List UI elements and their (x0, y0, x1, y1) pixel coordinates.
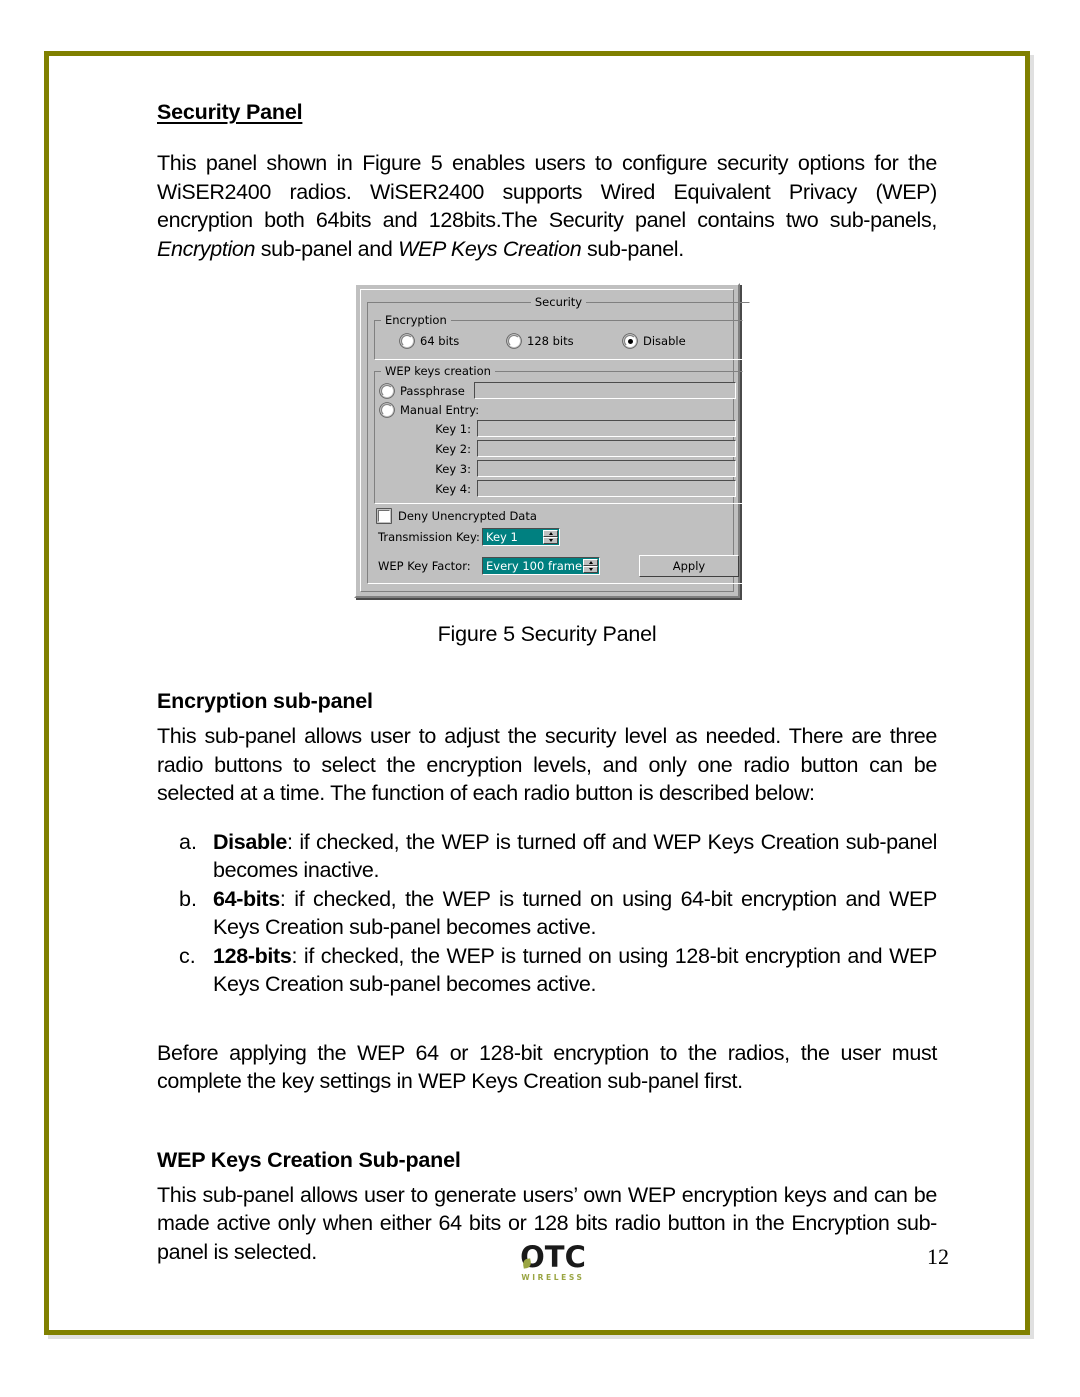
figure-5: Security Encryption 64 bits 128 bits Dis… (157, 283, 937, 598)
radio-circle-icon[interactable] (508, 335, 520, 347)
list-item-text: : if checked, the WEP is turned on using… (213, 886, 937, 940)
wep-key-factor-value: Every 100 frame (486, 559, 583, 573)
page-title: Security Panel (157, 100, 303, 124)
wep-key-factor-label: WEP Key Factor: (378, 559, 471, 573)
page-number: 12 (927, 1244, 949, 1269)
key-4-label: Key 4: (435, 481, 471, 496)
checkbox-deny-unencrypted-data[interactable]: Deny Unencrypted Data (378, 509, 741, 523)
security-groupbox-legend: Security (534, 295, 583, 309)
encryption-italic-term: Encryption (157, 236, 256, 261)
checkbox-icon[interactable] (378, 510, 390, 522)
figure-caption: Figure 5 Security Panel (437, 622, 657, 646)
wep-keys-creation-groupbox: WEP keys creation Passphrase Manual Entr… (374, 364, 743, 504)
encryption-groupbox: Encryption 64 bits 128 bits Disable (374, 313, 743, 360)
transmission-key-label: Transmission Key: (378, 530, 480, 544)
passphrase-input[interactable] (474, 382, 736, 399)
key-1-label: Key 1: (435, 421, 471, 436)
transmission-key-value: Key 1 (486, 530, 518, 544)
radio-circle-selected-icon[interactable] (624, 335, 636, 347)
key-2-input[interactable] (477, 440, 736, 457)
page-footer: OTC WIRELESS 12 (49, 1236, 1025, 1296)
spinner-down-icon[interactable] (543, 537, 558, 544)
wep-key-factor-row: WEP Key Factor: Every 100 frame Apply (378, 555, 741, 577)
wep-keys-subpanel-heading: WEP Keys Creation Sub-panel (157, 1147, 461, 1172)
list-marker: c. (179, 943, 196, 968)
spinner-buttons[interactable] (543, 530, 558, 544)
logo-text: OTC (520, 1240, 586, 1274)
list-item: b. 64-bits: if checked, the WEP is turned… (179, 885, 937, 942)
document-body: Security Panel This panel shown in Figur… (157, 100, 937, 1266)
radio-circle-icon[interactable] (401, 335, 413, 347)
passphrase-label: Passphrase (400, 383, 465, 398)
apply-button[interactable]: Apply (639, 555, 739, 577)
radio-64-bits-label: 64 bits (420, 334, 460, 348)
wep-key-factor-spinner[interactable]: Every 100 frame (482, 557, 600, 575)
wep-keys-creation-italic-term: WEP Keys Creation (398, 236, 582, 261)
page-border: Security Panel This panel shown in Figur… (44, 51, 1030, 1335)
key-3-row: Key 3: (381, 460, 736, 477)
manual-entry-label: Manual Entry: (400, 403, 480, 417)
list-item-text: : if checked, the WEP is turned off and … (213, 829, 937, 883)
radio-manual-entry[interactable]: Manual Entry: (381, 403, 479, 417)
list-item: c. 128-bits: if checked, the WEP is turne… (179, 942, 937, 999)
key-2-row: Key 2: (381, 440, 736, 457)
paragraph-connector: sub-panel and (255, 236, 399, 261)
logo-tagline: WIRELESS (521, 1273, 585, 1282)
encryption-options-row: 64 bits 128 bits Disable (381, 331, 736, 353)
radio-disable-label: Disable (643, 334, 686, 348)
list-item-text: : if checked, the WEP is turned on using… (213, 943, 937, 997)
key-2-label: Key 2: (435, 441, 471, 456)
encryption-subpanel-paragraph: This sub-panel allows user to adjust the… (157, 724, 937, 805)
otc-wireless-logo: OTC WIRELESS (498, 1242, 608, 1282)
key-3-label: Key 3: (435, 461, 471, 476)
radio-circle-icon[interactable] (381, 384, 393, 397)
list-item-term: 128-bits (213, 943, 292, 968)
spinner-down-icon[interactable] (583, 566, 598, 573)
key-4-input[interactable] (477, 480, 736, 497)
logo-mark: OTC (520, 1242, 586, 1272)
transmission-key-spinner[interactable]: Key 1 (482, 528, 560, 546)
encryption-options-list: a. Disable: if checked, the WEP is turned… (157, 828, 937, 999)
spinner-up-icon[interactable] (583, 559, 598, 566)
closing-paragraph: Before applying the WEP 64 or 128-bit en… (157, 1040, 937, 1094)
spinner-up-icon[interactable] (543, 530, 558, 537)
manual-entry-row: Manual Entry: (381, 403, 736, 417)
key-3-input[interactable] (477, 460, 736, 477)
radio-disable[interactable]: Disable (624, 334, 734, 348)
page-content-area: Security Panel This panel shown in Figur… (49, 56, 1025, 1330)
security-panel-paragraph: This panel shown in Figure 5 enables use… (157, 149, 937, 263)
radio-128-bits[interactable]: 128 bits (508, 334, 624, 348)
dialog-inner-frame: Security Encryption 64 bits 128 bits Dis… (360, 289, 750, 592)
key-1-input[interactable] (477, 420, 736, 437)
security-groupbox: Security Encryption 64 bits 128 bits Dis… (367, 295, 750, 584)
radio-64-bits[interactable]: 64 bits (383, 334, 508, 348)
list-marker: a. (179, 829, 197, 854)
list-marker: b. (179, 886, 197, 911)
radio-passphrase[interactable]: Passphrase (381, 384, 467, 398)
encryption-groupbox-legend: Encryption (385, 313, 447, 327)
encryption-subpanel-heading: Encryption sub-panel (157, 689, 373, 713)
spinner-buttons[interactable] (583, 559, 598, 573)
deny-unencrypted-data-label: Deny Unencrypted Data (398, 509, 537, 523)
paragraph-tail: sub-panel. (581, 236, 684, 261)
list-item-term: Disable (213, 829, 288, 854)
list-item: a. Disable: if checked, the WEP is turned… (179, 828, 937, 885)
security-panel-dialog: Security Encryption 64 bits 128 bits Dis… (354, 283, 750, 598)
key-1-row: Key 1: (381, 420, 736, 437)
passphrase-row: Passphrase (381, 382, 736, 399)
security-panel-paragraph-text: This panel shown in Figure 5 enables use… (157, 151, 937, 232)
transmission-key-row: Transmission Key: Key 1 (378, 528, 741, 546)
radio-128-bits-label: 128 bits (527, 334, 574, 348)
wep-keys-creation-legend: WEP keys creation (385, 364, 491, 378)
dialog-bottom-controls: Deny Unencrypted Data Transmission Key: … (374, 504, 743, 577)
list-item-term: 64-bits (213, 886, 280, 911)
key-4-row: Key 4: (381, 480, 736, 497)
radio-circle-icon[interactable] (381, 404, 393, 416)
